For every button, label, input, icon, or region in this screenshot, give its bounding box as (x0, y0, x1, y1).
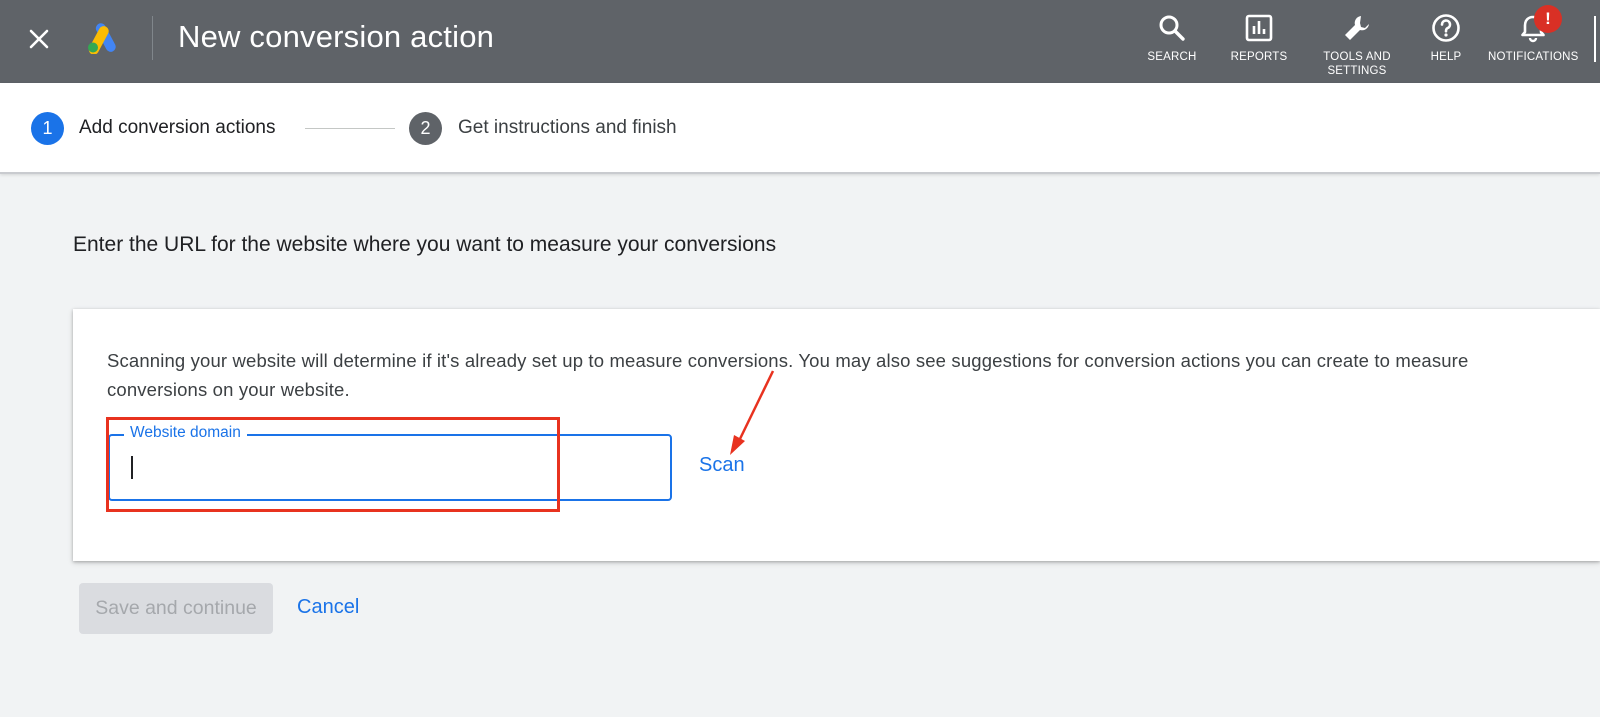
tools-and-settings-button[interactable]: TOOLS AND SETTINGS (1317, 12, 1397, 78)
cancel-button[interactable]: Cancel (297, 596, 359, 619)
step-1-label: Add conversion actions (79, 117, 276, 138)
help-label: HELP (1430, 51, 1462, 63)
header-divider (152, 16, 153, 60)
help-icon (1432, 14, 1460, 42)
website-domain-input[interactable] (128, 452, 648, 482)
help-button[interactable]: HELP (1422, 12, 1470, 64)
website-scan-card: Scanning your website will determine if … (73, 309, 1600, 561)
top-app-bar: New conversion action SEARCH REPORTS TOO… (0, 0, 1600, 83)
search-icon (1159, 15, 1185, 41)
scan-description: Scanning your website will determine if … (107, 350, 1469, 400)
tools-label-line1: TOOLS AND (1323, 51, 1391, 63)
progress-stepper: 1 Add conversion actions 2 Get instructi… (0, 83, 1600, 174)
wrench-icon (1345, 16, 1369, 40)
tools-label-line2: SETTINGS (1327, 65, 1387, 77)
text-caret (131, 456, 133, 479)
search-button[interactable]: SEARCH (1144, 12, 1200, 64)
reports-button[interactable]: REPORTS (1226, 12, 1292, 64)
close-icon[interactable] (24, 24, 54, 54)
scan-button[interactable]: Scan (699, 454, 745, 477)
header-edge-divider (1594, 16, 1596, 62)
page-title: New conversion action (178, 19, 495, 54)
step-2-label: Get instructions and finish (458, 117, 677, 138)
notifications-button[interactable]: NOTIFICATIONS (1488, 12, 1578, 64)
notifications-label: NOTIFICATIONS (1488, 51, 1579, 63)
step-2-circle: 2 (409, 112, 442, 145)
website-domain-field[interactable]: Website domain (108, 424, 672, 501)
tools-label: TOOLS AND SETTINGS (1317, 50, 1397, 78)
website-domain-label: Website domain (124, 424, 247, 442)
step-connector (305, 128, 395, 129)
google-ads-logo (86, 22, 122, 55)
section-heading: Enter the URL for the website where you … (73, 233, 777, 256)
search-label: SEARCH (1147, 51, 1197, 63)
reports-icon (1245, 14, 1273, 42)
reports-label: REPORTS (1230, 51, 1288, 63)
notification-badge: ! (1534, 5, 1562, 33)
save-and-continue-button[interactable]: Save and continue (79, 583, 273, 634)
step-1-circle: 1 (31, 112, 64, 145)
